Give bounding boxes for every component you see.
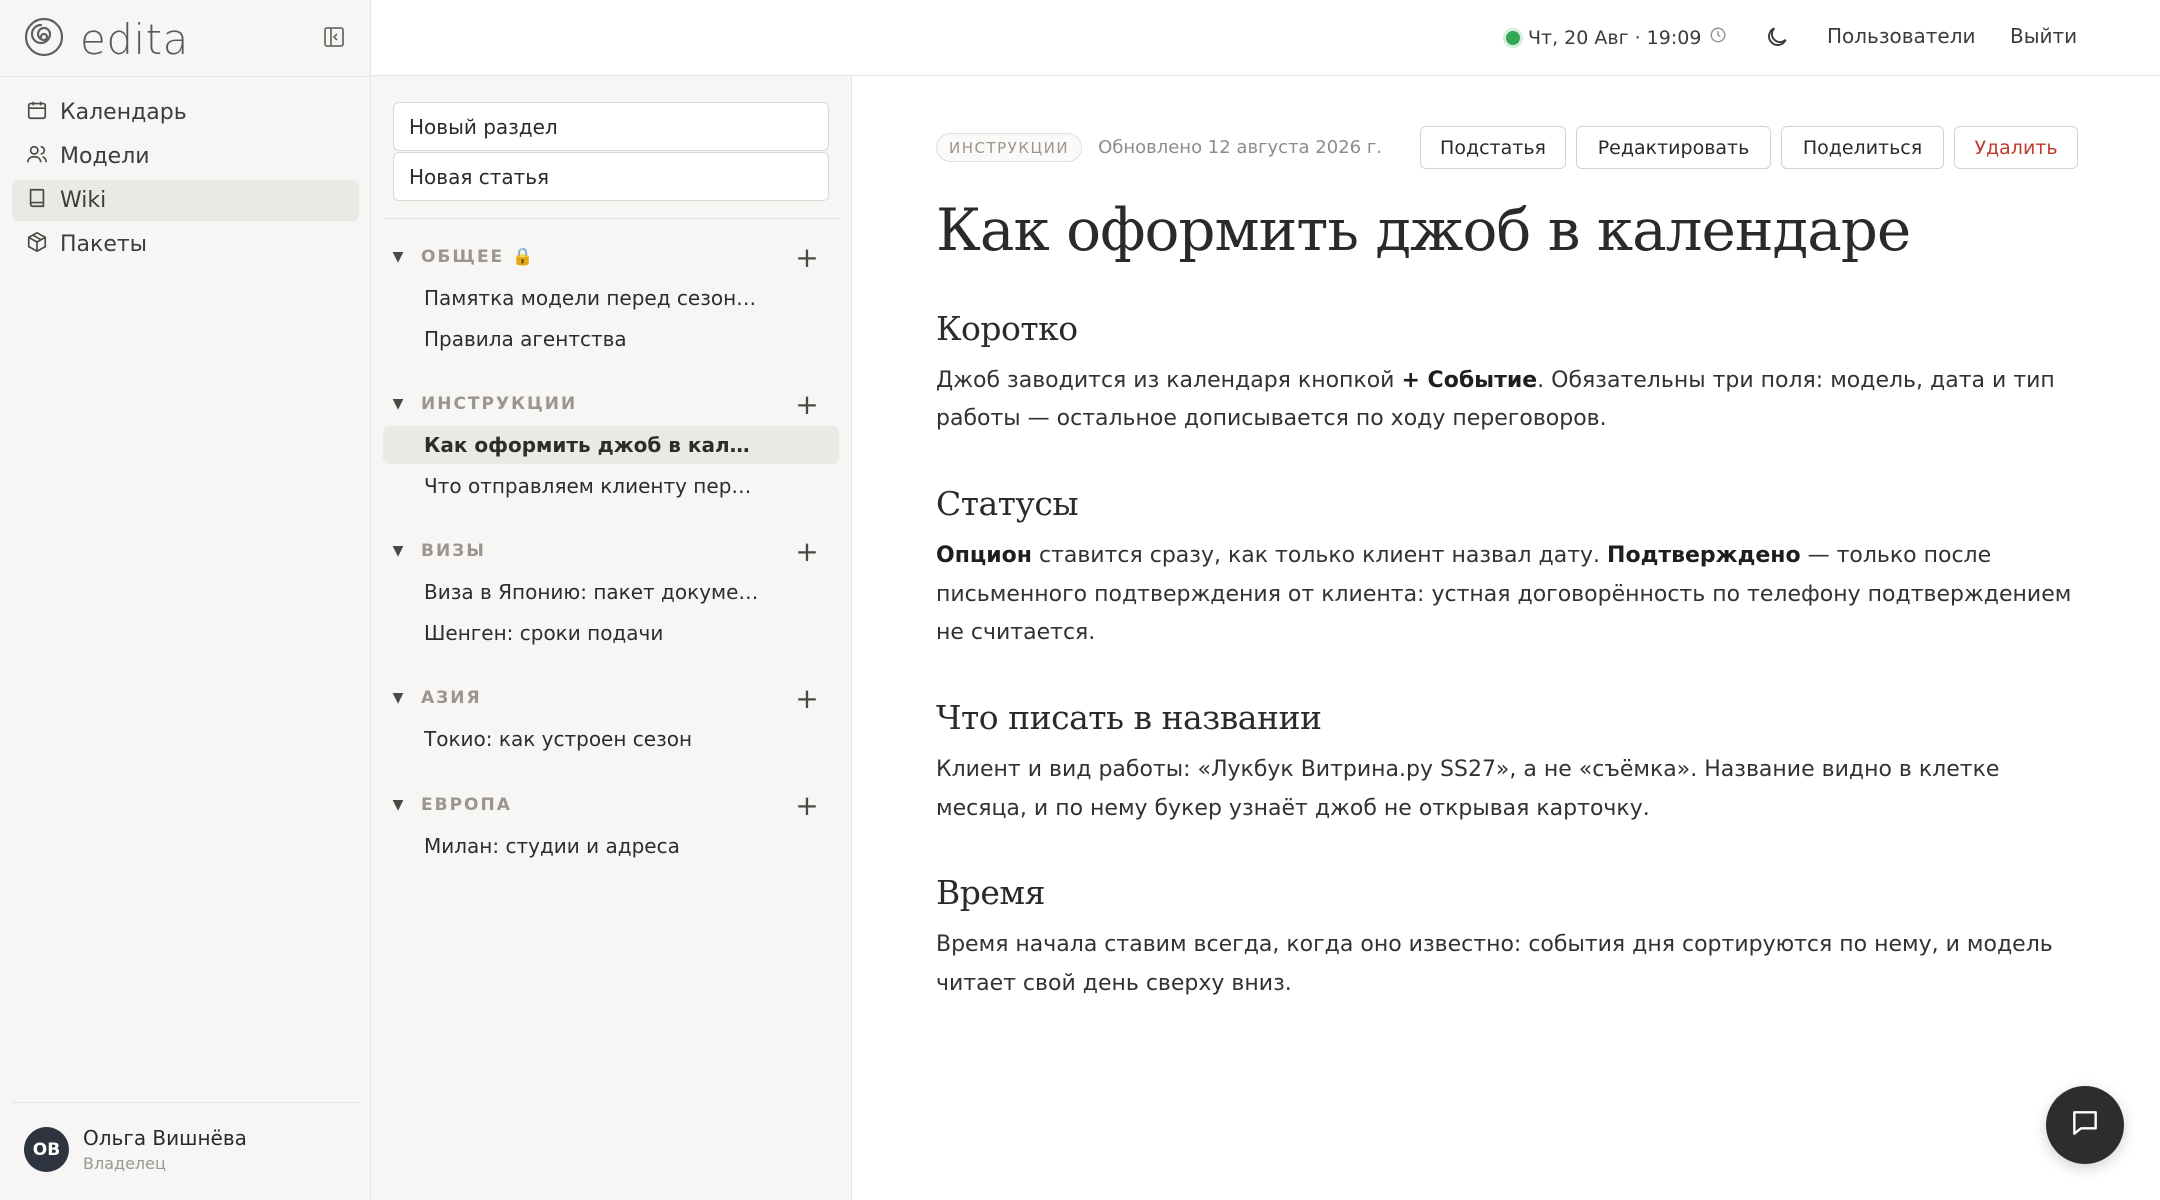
paragraph-text: Джоб заводится из календаря кнопкой <box>936 367 1402 393</box>
bold-text: Подтверждено <box>1607 543 1801 569</box>
datetime-status: Чт, 20 Авг · 19:09 <box>1506 26 1727 49</box>
article-body: Как оформить джоб в календаре Коротко Дж… <box>936 197 2076 1003</box>
paragraph: Опцион ставится сразу, как только клиент… <box>936 537 2076 653</box>
wiki-section-asia: ▼ АЗИЯ + Токио: как устроен сезон <box>383 679 839 758</box>
caret-down-icon[interactable]: ▼ <box>383 543 413 559</box>
new-section-button[interactable]: Новый раздел <box>393 102 829 151</box>
avatar: ОВ <box>24 1127 69 1172</box>
sidebar-item-packages[interactable]: Пакеты <box>12 224 359 265</box>
sidebar-item-label: Модели <box>60 144 150 169</box>
spiral-logo-icon <box>24 17 64 61</box>
sidebar-toggle-icon <box>322 25 346 53</box>
calendar-icon <box>26 99 60 127</box>
edit-button[interactable]: Редактировать <box>1576 126 1771 169</box>
sidebar-item-calendar[interactable]: Календарь <box>12 92 359 133</box>
logout-link[interactable]: Выйти <box>2010 24 2077 48</box>
add-article-button[interactable]: + <box>791 387 823 421</box>
article-item-active[interactable]: Как оформить джоб в кал… <box>383 426 839 464</box>
section-header[interactable]: ▼ ЕВРОПА + <box>383 786 839 824</box>
section-title: ВИЗЫ <box>421 541 486 561</box>
article-item[interactable]: Шенген: сроки подачи <box>383 614 839 652</box>
wiki-tree: Новый раздел Новая статья ▼ ОБЩЕЕ 🔒 + Па… <box>371 76 852 1200</box>
article-title: Как оформить джоб в календаре <box>936 196 1911 264</box>
users-icon <box>26 143 60 171</box>
subarticle-button[interactable]: Подстатья <box>1420 126 1566 169</box>
updated-date: Обновлено 12 августа 2026 г. <box>1098 137 1383 158</box>
caret-down-icon[interactable]: ▼ <box>383 797 413 813</box>
divider <box>0 76 371 77</box>
users-link[interactable]: Пользователи <box>1827 24 1976 48</box>
caret-down-icon[interactable]: ▼ <box>383 249 413 265</box>
paragraph-text: ставится сразу, как только клиент назвал… <box>1031 543 1608 569</box>
article-meta: ИНСТРУКЦИИ Обновлено 12 августа 2026 г. <box>936 133 1382 162</box>
add-article-button[interactable]: + <box>791 534 823 568</box>
topbar: Чт, 20 Авг · 19:09 Пользователи Выйти <box>371 0 2160 76</box>
section-heading: Время <box>936 873 1045 913</box>
wiki-section-general: ▼ ОБЩЕЕ 🔒 + Памятка модели перед сезон… … <box>383 238 839 358</box>
caret-down-icon[interactable]: ▼ <box>383 690 413 706</box>
brand[interactable]: edita <box>24 14 189 64</box>
section-title: ОБЩЕЕ 🔒 <box>421 247 536 267</box>
book-icon <box>26 187 60 215</box>
section-title: АЗИЯ <box>421 688 482 708</box>
paragraph: Клиент и вид работы: «Лукбук Витрина.ру … <box>936 757 2000 821</box>
share-button[interactable]: Поделиться <box>1781 126 1944 169</box>
online-status-dot <box>1506 30 1520 45</box>
bold-text: Опцион <box>936 543 1032 569</box>
article-item[interactable]: Милан: студии и адреса <box>383 827 839 865</box>
wiki-section-europe: ▼ ЕВРОПА + Милан: студии и адреса <box>383 786 839 865</box>
package-icon <box>26 231 60 259</box>
divider <box>12 1102 359 1103</box>
section-heading: Что писать в названии <box>936 697 1322 737</box>
section-header[interactable]: ▼ ВИЗЫ + <box>383 532 839 570</box>
article-item[interactable]: Токио: как устроен сезон <box>383 720 839 758</box>
collapse-sidebar-button[interactable] <box>320 25 348 53</box>
user-name: Ольга Вишнёва <box>83 1126 247 1150</box>
brand-name: edita <box>80 14 189 64</box>
section-title: ЕВРОПА <box>421 795 512 815</box>
article-item[interactable]: Правила агентства <box>383 320 839 358</box>
new-article-button[interactable]: Новая статья <box>393 152 829 201</box>
bold-text: + Событие <box>1401 367 1538 393</box>
section-header[interactable]: ▼ ИНСТРУКЦИИ + <box>383 385 839 423</box>
sidebar: edita Календарь Модели Wiki Пакеты ОВ Ол… <box>0 0 371 1200</box>
sidebar-item-wiki[interactable]: Wiki <box>12 180 359 221</box>
delete-button[interactable]: Удалить <box>1954 126 2078 169</box>
wiki-section-instructions: ▼ ИНСТРУКЦИИ + Как оформить джоб в кал… … <box>383 385 839 505</box>
theme-toggle-button[interactable] <box>1764 24 1794 54</box>
paragraph: Время начала ставим всегда, когда оно из… <box>936 932 2053 996</box>
article-item[interactable]: Памятка модели перед сезон… <box>383 279 839 317</box>
section-heading: Коротко <box>936 308 1078 348</box>
datetime-text: Чт, 20 Авг · 19:09 <box>1528 26 1702 49</box>
add-article-button[interactable]: + <box>791 788 823 822</box>
add-article-button[interactable]: + <box>791 240 823 274</box>
category-tag[interactable]: ИНСТРУКЦИИ <box>936 133 1083 162</box>
sidebar-item-label: Календарь <box>60 100 187 125</box>
section-heading: Статусы <box>936 483 1079 523</box>
chat-bubble-icon <box>2069 1107 2101 1143</box>
sidebar-item-label: Пакеты <box>60 232 148 257</box>
divider <box>383 218 839 219</box>
user-role: Владелец <box>83 1154 166 1173</box>
chat-button[interactable] <box>2046 1086 2124 1164</box>
article-item[interactable]: Что отправляем клиенту пер… <box>383 467 839 505</box>
add-article-button[interactable]: + <box>791 681 823 715</box>
sidebar-item-label: Wiki <box>60 188 107 213</box>
user-profile[interactable]: ОВ Ольга Вишнёва Владелец <box>24 1126 247 1173</box>
clock-icon <box>1709 26 1727 49</box>
moon-icon <box>1764 27 1790 54</box>
section-header[interactable]: ▼ АЗИЯ + <box>383 679 839 717</box>
paragraph: Джоб заводится из календаря кнопкой + Со… <box>936 362 2076 439</box>
main-nav: Календарь Модели Wiki Пакеты <box>12 92 359 268</box>
sidebar-item-models[interactable]: Модели <box>12 136 359 177</box>
article-view: ИНСТРУКЦИИ Обновлено 12 августа 2026 г. … <box>852 77 2160 1200</box>
section-title: ИНСТРУКЦИИ <box>421 394 578 414</box>
article-item[interactable]: Виза в Японию: пакет докуме… <box>383 573 839 611</box>
section-header[interactable]: ▼ ОБЩЕЕ 🔒 + <box>383 238 839 276</box>
caret-down-icon[interactable]: ▼ <box>383 396 413 412</box>
wiki-section-visas: ▼ ВИЗЫ + Виза в Японию: пакет докуме… Ше… <box>383 532 839 652</box>
